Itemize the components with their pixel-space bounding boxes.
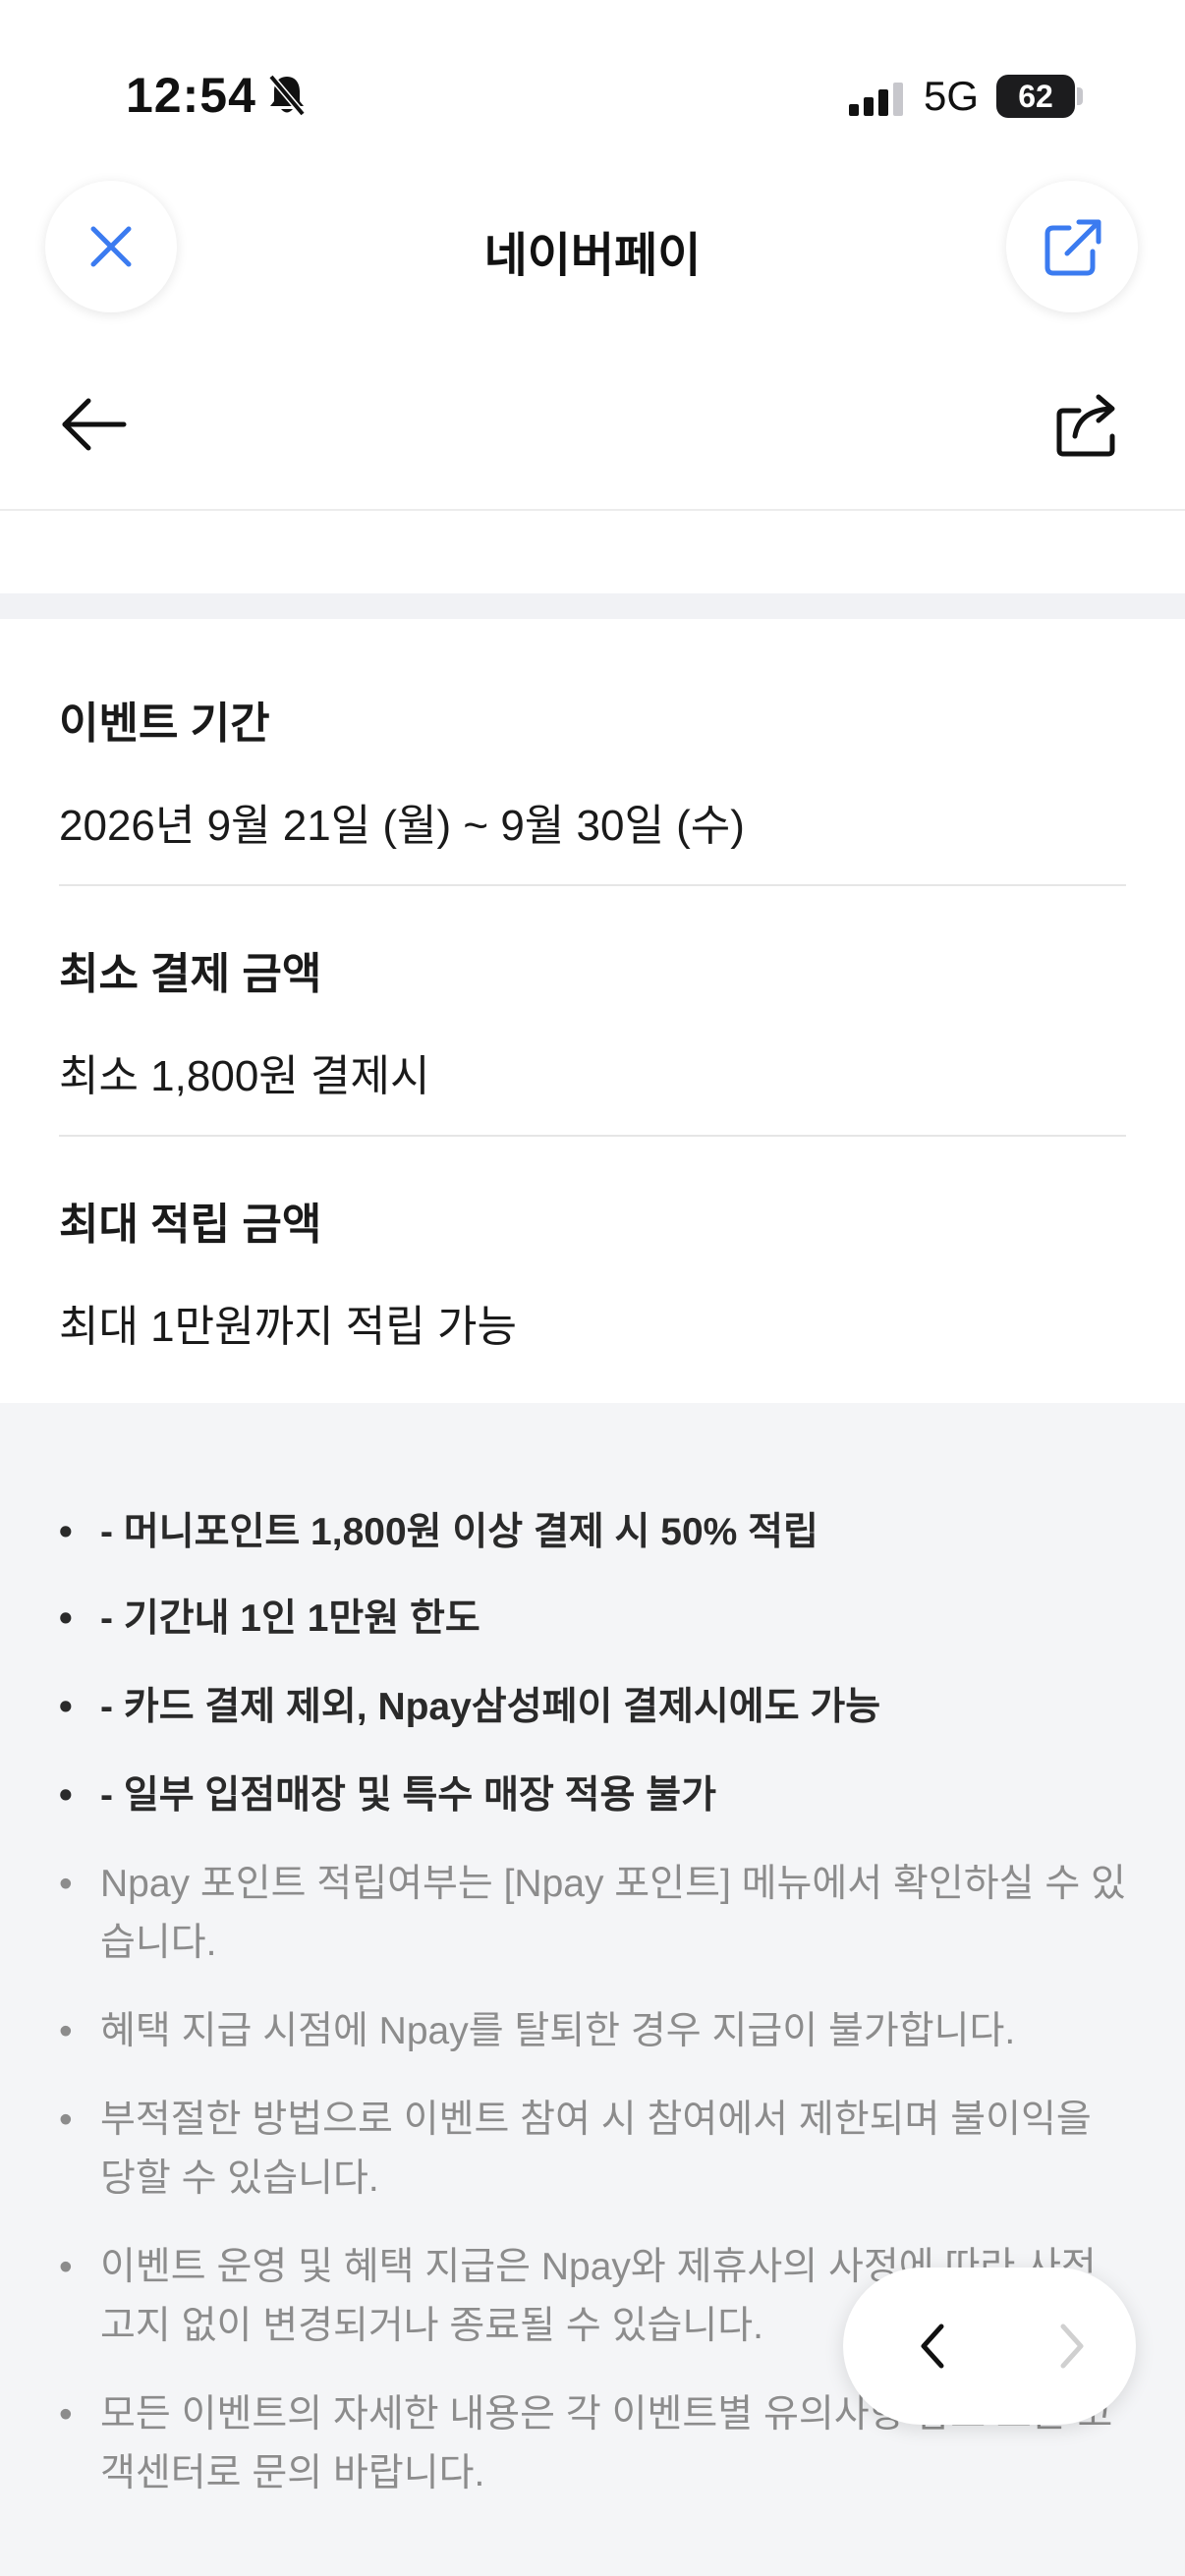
highlight-note: • - 일부 입점매장 및 특수 매장 적용 불가 bbox=[59, 1766, 1126, 1825]
status-time: 12:54 bbox=[126, 68, 256, 123]
highlight-note: • - 카드 결제 제외, Npay삼성페이 결제시에도 가능 bbox=[59, 1678, 1126, 1737]
divider bbox=[59, 1135, 1126, 1137]
browser-top-bar: 네이버페이 bbox=[0, 157, 1185, 334]
min-payment-label: 최소 결제 금액 bbox=[59, 950, 322, 998]
chevron-left-icon bbox=[921, 2324, 944, 2369]
event-period-label: 이벤트 기간 bbox=[59, 700, 270, 748]
event-info-section: 이벤트 기간 2026년 9월 21일 (월) ~ 9월 30일 (수) 최소 … bbox=[0, 619, 1185, 1403]
share-icon bbox=[1056, 394, 1115, 457]
event-period-value: 2026년 9월 21일 (월) ~ 9월 30일 (수) bbox=[59, 802, 745, 850]
max-reward-value: 최대 1만원까지 적립 가능 bbox=[59, 1303, 517, 1351]
bullet: • bbox=[59, 1774, 73, 1817]
external-link-icon bbox=[1044, 219, 1101, 276]
bullet: • bbox=[59, 1863, 73, 1905]
open-external-button[interactable] bbox=[1006, 181, 1138, 312]
highlight-note: • - 기간내 1인 1만원 한도 bbox=[59, 1590, 1126, 1649]
bullet: • bbox=[59, 1686, 73, 1728]
bullet: • bbox=[59, 2246, 73, 2288]
note-text: Npay 포인트 적립여부는 [Npay 포인트] 메뉴에서 확인하실 수 있습… bbox=[100, 1863, 1126, 1964]
previous-page-button[interactable] bbox=[902, 2315, 965, 2382]
section-separator bbox=[0, 593, 1185, 619]
next-page-button[interactable] bbox=[1040, 2315, 1102, 2382]
max-reward-label: 최대 적립 금액 bbox=[59, 1201, 322, 1249]
note-text: - 기간내 1인 1만원 한도 bbox=[100, 1597, 480, 1640]
max-reward-row: 최대 적립 금액 최대 1만원까지 적립 가능 bbox=[59, 1189, 1126, 1354]
page-nav-bar bbox=[0, 373, 1185, 511]
bullet: • bbox=[59, 1511, 73, 1553]
highlight-note: • - 머니포인트 1,800원 이상 결제 시 50% 적립 bbox=[59, 1503, 1126, 1562]
note-text: - 일부 입점매장 및 특수 매장 적용 불가 bbox=[100, 1774, 717, 1817]
back-button[interactable] bbox=[59, 395, 128, 459]
battery-icon: 62 bbox=[996, 75, 1075, 118]
page-nav-pill bbox=[843, 2268, 1136, 2425]
divider bbox=[59, 884, 1126, 886]
share-button[interactable] bbox=[1053, 391, 1122, 465]
bullet: • bbox=[59, 1597, 73, 1640]
chevron-right-icon bbox=[1060, 2324, 1084, 2369]
general-note: • Npay 포인트 적립여부는 [Npay 포인트] 메뉴에서 확인하실 수 … bbox=[59, 1855, 1126, 1973]
event-period-row: 이벤트 기간 2026년 9월 21일 (월) ~ 9월 30일 (수) bbox=[59, 688, 1126, 853]
general-note: • 부적절한 방법으로 이벤트 참여 시 참여에서 제한되며 불이익을 당할 수… bbox=[59, 2091, 1126, 2209]
note-text: - 머니포인트 1,800원 이상 결제 시 50% 적립 bbox=[100, 1511, 818, 1553]
note-text: 혜택 지급 시점에 Npay를 탈퇴한 경우 지급이 불가합니다. bbox=[100, 2010, 1016, 2052]
battery-tip bbox=[1077, 87, 1083, 105]
back-arrow-icon bbox=[62, 398, 127, 451]
bell-slash-icon bbox=[267, 73, 307, 123]
bullet: • bbox=[59, 2393, 73, 2436]
note-text: 부적절한 방법으로 이벤트 참여 시 참여에서 제한되며 불이익을 당할 수 있… bbox=[100, 2099, 1092, 2200]
signal-icon bbox=[849, 83, 908, 121]
min-payment-value: 최소 1,800원 결제시 bbox=[59, 1052, 430, 1100]
bullet: • bbox=[59, 2010, 73, 2052]
network-label: 5G bbox=[924, 73, 980, 119]
note-text: - 카드 결제 제외, Npay삼성페이 결제시에도 가능 bbox=[100, 1686, 881, 1728]
general-note: • 혜택 지급 시점에 Npay를 탈퇴한 경우 지급이 불가합니다. bbox=[59, 2002, 1126, 2061]
min-payment-row: 최소 결제 금액 최소 1,800원 결제시 bbox=[59, 938, 1126, 1103]
bullet: • bbox=[59, 2099, 73, 2141]
